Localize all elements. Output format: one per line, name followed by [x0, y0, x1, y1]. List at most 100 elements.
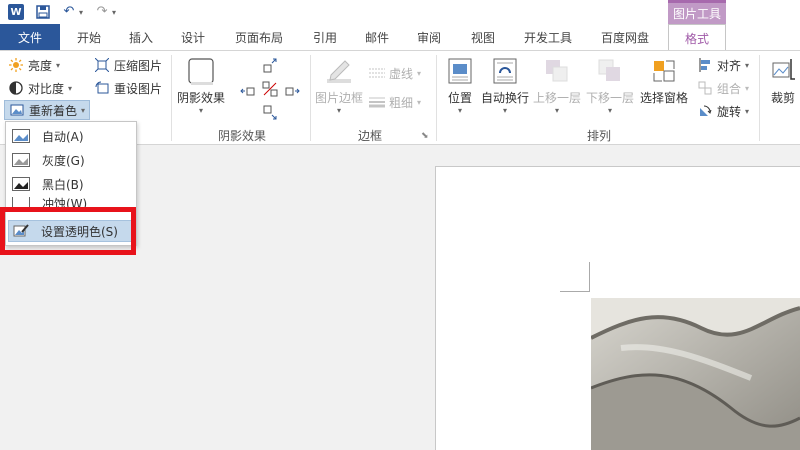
group-label: 组合: [717, 81, 742, 96]
picture-border-button[interactable]: 图片边框 ▾: [315, 55, 363, 115]
black-white-label: 黑白(B): [42, 177, 84, 192]
arrange-group-label: 排列: [586, 129, 611, 143]
compress-pictures-button[interactable]: 压缩图片: [94, 55, 162, 75]
automatic-picture-icon: [12, 129, 30, 143]
page-margin-mark: [560, 262, 590, 292]
position-label: 位置: [447, 91, 472, 105]
recolor-automatic-item[interactable]: 自动(A): [8, 125, 134, 147]
recolor-black-white-item[interactable]: 黑白(B): [8, 173, 134, 195]
chevron-down-icon: ▾: [56, 60, 61, 70]
tab-mailings[interactable]: 邮件: [354, 24, 400, 50]
picture-tools-context-label: 图片工具: [668, 0, 726, 24]
group-button[interactable]: 组合 ▾: [697, 78, 749, 98]
contrast-button[interactable]: 对比度 ▾: [8, 78, 72, 98]
rotate-button[interactable]: 旋转 ▾: [697, 101, 749, 121]
line-weight-icon: [369, 94, 385, 110]
tab-home[interactable]: 开始: [66, 24, 112, 50]
chevron-down-icon: ▾: [745, 83, 750, 93]
bring-forward-button[interactable]: 上移一层 ▾: [533, 55, 581, 115]
tab-developer[interactable]: 开发工具: [514, 24, 582, 50]
reset-picture-icon: [94, 80, 110, 96]
rotate-icon: [697, 103, 713, 119]
chevron-down-icon: ▾: [745, 60, 750, 70]
send-backward-button[interactable]: 下移一层 ▾: [586, 55, 634, 115]
tab-file[interactable]: 文件: [0, 24, 60, 50]
nudge-right-icon[interactable]: [284, 81, 300, 97]
chevron-down-icon: ▾: [337, 106, 342, 115]
chevron-down-icon: ▾: [81, 105, 86, 115]
compress-label: 压缩图片: [114, 58, 163, 73]
word-logo-icon: W: [8, 4, 24, 20]
tab-baidu-netdisk[interactable]: 百度网盘: [588, 24, 662, 50]
align-label: 对齐: [717, 58, 742, 73]
border-dialog-launcher-icon[interactable]: ⬊: [421, 131, 429, 141]
dashes-label: 虚线: [389, 66, 414, 81]
rotate-label: 旋转: [717, 104, 742, 119]
sun-icon: [8, 57, 24, 73]
recolor-picture-icon: [9, 102, 25, 118]
tab-references[interactable]: 引用: [302, 24, 348, 50]
grayscale-label: 灰度(G): [42, 153, 85, 168]
chevron-down-icon: ▾: [417, 97, 422, 107]
wrap-text-icon: [489, 55, 521, 87]
align-icon: [697, 57, 713, 73]
bring-forward-label: 上移一层: [533, 91, 582, 105]
highlight-annotation-box: [0, 207, 136, 255]
weight-button[interactable]: 粗细 ▾: [369, 92, 421, 112]
align-button[interactable]: 对齐 ▾: [697, 55, 749, 75]
bring-forward-icon: [541, 55, 573, 87]
tab-review[interactable]: 审阅: [406, 24, 452, 50]
nudge-left-icon[interactable]: [240, 81, 256, 97]
pencil-icon: [323, 55, 355, 87]
chevron-down-icon: ▾: [199, 106, 204, 115]
tab-format[interactable]: 格式: [668, 24, 726, 51]
group-separator: [759, 55, 760, 141]
tab-design[interactable]: 设计: [170, 24, 216, 50]
group-separator: [310, 55, 311, 141]
ribbon-tab-row: 文件 开始 插入 设计 页面布局 引用 邮件 审阅 视图 开发工具 百度网盘 格…: [0, 24, 800, 51]
shadow-square-icon: [185, 55, 217, 87]
recolor-grayscale-item[interactable]: 灰度(G): [8, 149, 134, 171]
picture-border-label: 图片边框: [315, 91, 364, 105]
tab-insert[interactable]: 插入: [118, 24, 164, 50]
tab-view[interactable]: 视图: [458, 24, 508, 50]
recolor-button[interactable]: 重新着色 ▾: [4, 100, 91, 120]
shadow-group-label: 阴影效果: [217, 129, 266, 143]
border-group-label: 边框: [357, 129, 382, 143]
crop-label: 裁剪: [770, 91, 795, 105]
customize-qat-icon[interactable]: ▾: [112, 8, 116, 17]
inserted-picture[interactable]: [591, 298, 800, 450]
weight-label: 粗细: [389, 95, 414, 110]
chevron-down-icon: ▾: [417, 68, 422, 78]
save-icon[interactable]: [36, 5, 50, 19]
tab-page-layout[interactable]: 页面布局: [222, 24, 296, 50]
chevron-down-icon: ▾: [457, 106, 462, 115]
chevron-down-icon: ▾: [555, 106, 560, 115]
reset-picture-button[interactable]: 重设图片: [94, 78, 162, 98]
shadow-effects-button[interactable]: 阴影效果 ▾: [177, 55, 225, 115]
shadow-toggle-icon[interactable]: [262, 81, 278, 97]
redo-icon[interactable]: ↷: [95, 5, 109, 19]
black-white-picture-icon: [12, 177, 30, 191]
nudge-up-icon[interactable]: [262, 57, 278, 73]
position-button[interactable]: 位置 ▾: [444, 55, 476, 115]
group-objects-icon: [697, 80, 713, 96]
grayscale-picture-icon: [12, 153, 30, 167]
selection-pane-button[interactable]: 选择窗格: [640, 55, 688, 106]
crop-button[interactable]: 裁剪: [767, 55, 799, 106]
chevron-down-icon: ▾: [608, 106, 613, 115]
group-separator: [436, 55, 437, 141]
chevron-down-icon: ▾: [503, 106, 508, 115]
selection-pane-label: 选择窗格: [640, 91, 689, 105]
undo-dropdown-icon[interactable]: ▾: [79, 8, 83, 17]
selection-pane-icon: [648, 55, 680, 87]
brightness-button[interactable]: 亮度 ▾: [8, 55, 60, 75]
dashes-button[interactable]: 虚线 ▾: [369, 63, 421, 83]
shadow-effects-label: 阴影效果: [177, 91, 226, 105]
reset-label: 重设图片: [114, 81, 163, 96]
wrap-text-button[interactable]: 自动换行 ▾: [481, 55, 529, 115]
nudge-down-icon[interactable]: [262, 105, 278, 121]
send-backward-label: 下移一层: [586, 91, 635, 105]
undo-icon[interactable]: ↶: [62, 5, 76, 19]
group-separator: [171, 55, 172, 141]
